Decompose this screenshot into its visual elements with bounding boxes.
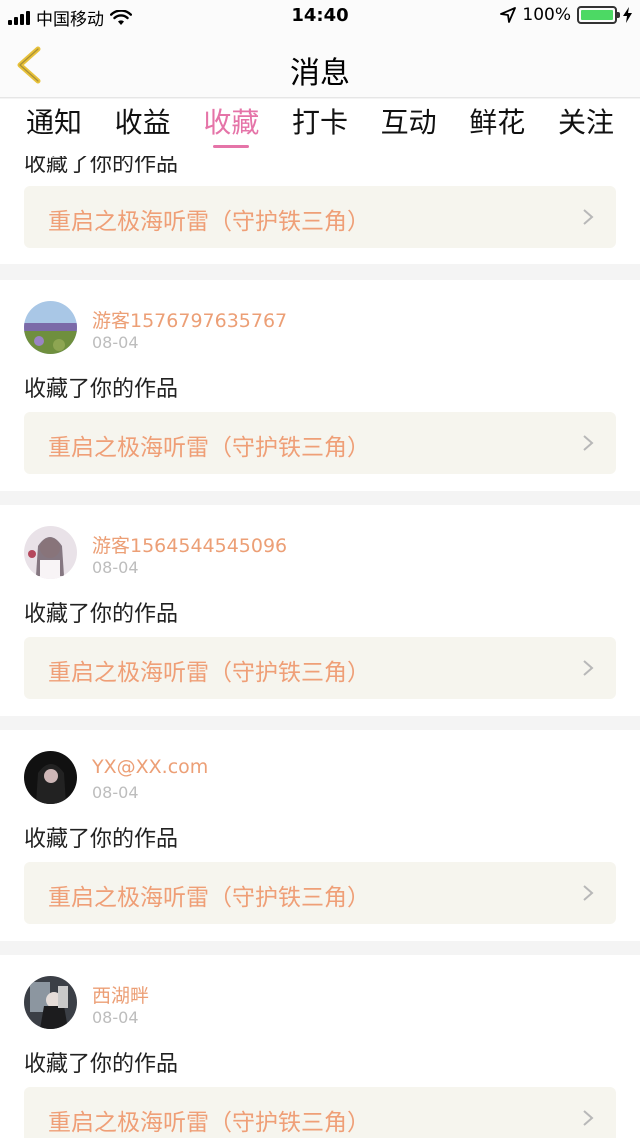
list-item: 收藏了你的作品 重启之极海听雷（守护铁三角） (0, 150, 640, 264)
tab-checkin[interactable]: 打卡 (292, 99, 348, 150)
action-text: 收藏了你的作品 (24, 827, 179, 852)
action-text: 收藏了你的作品 (24, 1052, 179, 1077)
date: 08-04 (92, 333, 139, 352)
username[interactable]: YX@XX.com (92, 756, 208, 778)
username[interactable]: 西湖畔 (92, 981, 149, 1008)
chevron-right-icon (583, 660, 594, 676)
work-title: 重启之极海听雷（守护铁三角） (48, 435, 370, 461)
avatar[interactable] (24, 526, 77, 579)
chevron-right-icon (583, 435, 594, 451)
work-title: 重启之极海听雷（守护铁三角） (48, 1110, 370, 1136)
page-title: 消息 (290, 56, 350, 91)
charging-bolt-icon (623, 7, 632, 23)
list-item: 西湖畔 08-04 收藏了你的作品 重启之极海听雷（守护铁三角） (0, 955, 640, 1138)
battery-icon (577, 6, 620, 24)
work-title: 重启之极海听雷（守护铁三角） (48, 209, 370, 235)
favorites-feed: 收藏了你的作品 重启之极海听雷（守护铁三角） 游客1576797635767 0… (0, 150, 640, 1138)
chevron-right-icon (583, 885, 594, 901)
action-text: 收藏了你的作品 (24, 377, 179, 402)
status-bar: 中国移动 14:40 100% (0, 0, 640, 32)
chevron-right-icon (583, 1110, 594, 1126)
status-right: 100% (500, 5, 632, 25)
work-link[interactable]: 重启之极海听雷（守护铁三角） (24, 637, 616, 699)
avatar[interactable] (24, 301, 77, 354)
username[interactable]: 游客1564544545096 (92, 531, 287, 558)
chevron-right-icon (583, 209, 594, 225)
nav-bar: 消息 (0, 32, 640, 98)
location-arrow-icon (500, 7, 517, 23)
avatar[interactable] (24, 751, 77, 804)
avatar[interactable] (24, 976, 77, 1029)
tab-notifications[interactable]: 通知 (26, 99, 82, 150)
work-title: 重启之极海听雷（守护铁三角） (48, 660, 370, 686)
tab-following[interactable]: 关注 (558, 99, 614, 150)
action-text: 收藏了你的作品 (24, 152, 179, 177)
action-text: 收藏了你的作品 (24, 602, 179, 627)
tab-interactions[interactable]: 互动 (381, 99, 437, 150)
tab-favorites[interactable]: 收藏 (203, 99, 259, 150)
work-title: 重启之极海听雷（守护铁三角） (48, 885, 370, 911)
date: 08-04 (92, 558, 139, 577)
work-link[interactable]: 重启之极海听雷（守护铁三角） (24, 412, 616, 474)
work-link[interactable]: 重启之极海听雷（守护铁三角） (24, 186, 616, 248)
tab-bar: 通知 收益 收藏 打卡 互动 鲜花 关注 (0, 99, 640, 150)
work-link[interactable]: 重启之极海听雷（守护铁三角） (24, 862, 616, 924)
date: 08-04 (92, 1008, 139, 1027)
list-item: 游客1564544545096 08-04 收藏了你的作品 重启之极海听雷（守护… (0, 505, 640, 716)
list-item: YX@XX.com 08-04 收藏了你的作品 重启之极海听雷（守护铁三角） (0, 730, 640, 941)
date: 08-04 (92, 783, 139, 802)
list-item: 游客1576797635767 08-04 收藏了你的作品 重启之极海听雷（守护… (0, 280, 640, 491)
work-link[interactable]: 重启之极海听雷（守护铁三角） (24, 1087, 616, 1138)
username[interactable]: 游客1576797635767 (92, 306, 287, 333)
tab-flowers[interactable]: 鲜花 (469, 99, 525, 150)
battery-percent: 100% (522, 5, 571, 25)
tab-earnings[interactable]: 收益 (115, 99, 171, 150)
